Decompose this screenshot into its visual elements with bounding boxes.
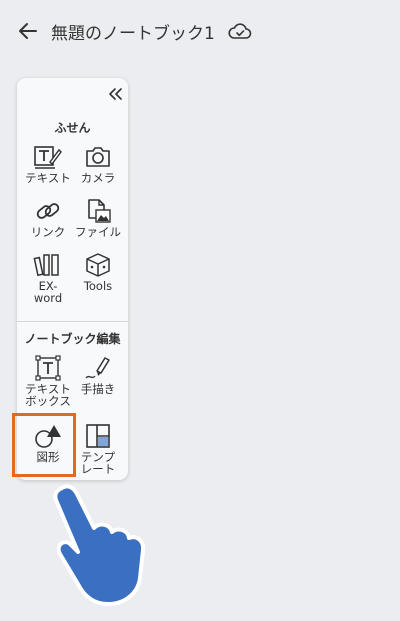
tool-label: EX- word [33,279,63,305]
file-image-icon [88,199,111,223]
notebook-title[interactable]: 無題のノートブック1 [51,19,215,44]
tool-label: テキスト [25,171,71,185]
template-icon [86,424,110,448]
tool-label: リンク [30,225,66,239]
tool-exword[interactable]: EX- word [23,252,73,304]
tool-link[interactable]: リンク [23,198,73,238]
section-title-fusen: ふせん [54,121,91,135]
double-chevron-left-icon[interactable] [105,85,125,103]
tool-label: カメラ [80,171,116,185]
text-pen-icon [34,146,62,169]
camera-icon [86,147,110,167]
divider [17,321,128,322]
tool-label: テンプ レート [80,450,116,476]
cloud-check-icon[interactable] [228,20,252,42]
tool-text[interactable]: テキスト [23,144,73,184]
text-box-icon [35,355,61,381]
pointing-hand-icon [53,484,146,606]
tool-label: ファイル [75,225,121,239]
tool-label: 手描き [80,382,116,396]
tool-label: Tools [83,279,113,293]
tool-handwriting[interactable]: 手描き [73,355,123,395]
tool-tools[interactable]: Tools [73,252,123,292]
link-icon [36,203,60,219]
highlight-box [12,413,76,477]
tool-text-box[interactable]: テキスト ボックス [23,355,73,407]
pen-icon [85,357,110,379]
tool-label: テキスト ボックス [25,382,71,408]
arrow-left-icon[interactable] [14,17,42,45]
tool-file[interactable]: ファイル [73,198,123,238]
top-bar: 無題のノートブック1 [0,0,400,60]
tool-template[interactable]: テンプ レート [73,423,123,475]
toolbox-icon [86,253,110,277]
section-title-notebook-edit: ノートブック編集 [24,332,121,346]
books-icon [33,254,59,277]
tool-camera[interactable]: カメラ [73,144,123,184]
